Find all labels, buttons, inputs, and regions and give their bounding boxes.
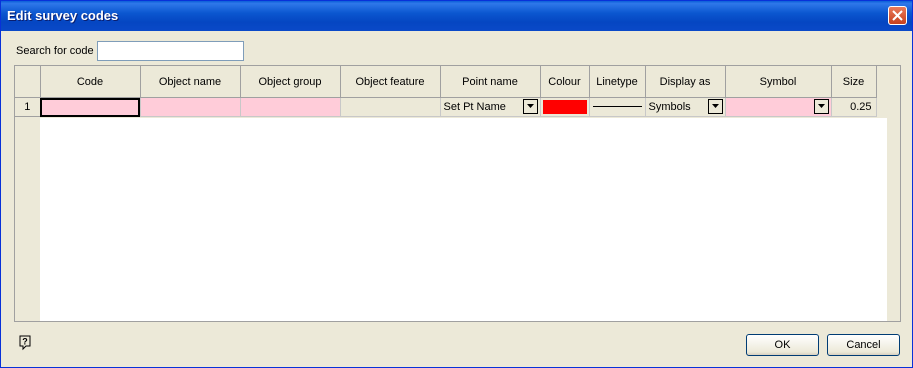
col-header-size[interactable]: Size [831, 66, 877, 98]
search-label: Search for code [16, 45, 94, 57]
size-value: 0.25 [850, 101, 872, 113]
cell-symbol[interactable] [725, 97, 832, 117]
cell-code[interactable] [40, 97, 141, 117]
col-header-object-feature[interactable]: Object feature [340, 66, 441, 98]
window-title: Edit survey codes [7, 8, 119, 23]
chevron-down-icon [817, 104, 825, 108]
col-header-object-name[interactable]: Object name [140, 66, 241, 98]
cell-size[interactable]: 0.25 [831, 97, 877, 117]
chevron-down-icon [711, 104, 719, 108]
cancel-button[interactable]: Cancel [827, 334, 900, 356]
col-header-object-group[interactable]: Object group [240, 66, 341, 98]
search-input[interactable] [97, 41, 244, 61]
dialog-window: Edit survey codes Search for code Code O… [0, 0, 913, 368]
cell-display-as[interactable]: Symbols [645, 97, 726, 117]
survey-codes-grid: Code Object name Object group Object fea… [14, 65, 901, 322]
col-header-symbol[interactable]: Symbol [725, 66, 832, 98]
codes-table: Code Object name Object group Object fea… [15, 66, 877, 117]
cell-object-group[interactable] [240, 97, 341, 117]
ok-button[interactable]: OK [746, 334, 819, 356]
cell-object-name[interactable] [140, 97, 241, 117]
col-header-code[interactable]: Code [40, 66, 141, 98]
corner-cell [15, 66, 41, 98]
table-row: 1 Set Pt Name Symbols 0.25 [15, 97, 877, 117]
colour-swatch [542, 100, 587, 114]
header-row: Code Object name Object group Object fea… [15, 66, 877, 98]
cell-object-feature[interactable] [340, 97, 441, 117]
row-number[interactable]: 1 [15, 97, 41, 117]
symbol-dropdown-button[interactable] [813, 99, 829, 114]
linetype-sample [592, 106, 642, 107]
point-name-dropdown-button[interactable] [522, 99, 538, 114]
col-header-point-name[interactable]: Point name [440, 66, 541, 98]
cell-point-name[interactable]: Set Pt Name [440, 97, 541, 117]
col-header-linetype[interactable]: Linetype [589, 66, 646, 98]
col-header-display-as[interactable]: Display as [645, 66, 726, 98]
close-button[interactable] [888, 6, 907, 25]
display-as-dropdown-button[interactable] [707, 99, 723, 114]
col-header-colour[interactable]: Colour [540, 66, 590, 98]
point-name-value: Set Pt Name [443, 101, 506, 113]
cell-linetype[interactable] [589, 97, 646, 117]
title-bar[interactable]: Edit survey codes [1, 1, 912, 31]
display-as-value: Symbols [648, 101, 691, 113]
help-question-icon[interactable]: ? [17, 335, 33, 351]
chevron-down-icon [526, 104, 534, 108]
close-icon [892, 10, 903, 21]
svg-text:?: ? [22, 337, 28, 347]
cell-colour[interactable] [540, 97, 590, 117]
grid-empty-area [40, 118, 887, 321]
